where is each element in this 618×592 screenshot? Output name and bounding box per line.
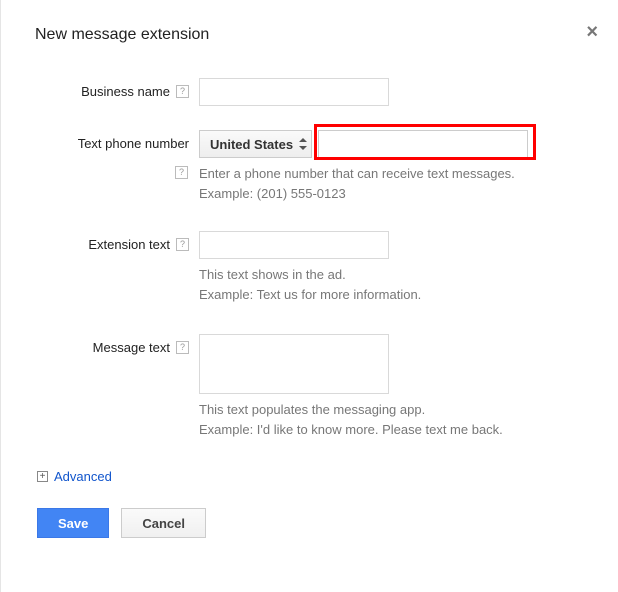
country-selected-label: United States xyxy=(210,137,293,152)
extension-text-label: Extension text xyxy=(88,237,170,252)
help-icon[interactable]: ? xyxy=(176,85,189,98)
extension-text-row: Extension text ? This text shows in the … xyxy=(37,231,590,304)
cancel-button[interactable]: Cancel xyxy=(121,508,206,538)
phone-example: Example: (201) 555-0123 xyxy=(199,184,590,204)
new-message-extension-dialog: × New message extension Business name ? … xyxy=(0,0,618,592)
advanced-label: Advanced xyxy=(54,469,112,484)
extension-text-example: Example: Text us for more information. xyxy=(199,285,590,305)
message-text-input[interactable] xyxy=(199,334,389,394)
country-select[interactable]: United States xyxy=(199,130,312,158)
message-text-row: Message text ? This text populates the m… xyxy=(37,334,590,439)
message-text-example: Example: I'd like to know more. Please t… xyxy=(199,420,590,440)
message-text-field-col: This text populates the messaging app. E… xyxy=(199,334,590,439)
phone-label: Text phone number xyxy=(78,136,189,151)
phone-field-col: United States ? Enter a phone number tha… xyxy=(199,130,590,203)
close-icon[interactable]: × xyxy=(586,22,598,42)
form: Business name ? Text phone number United… xyxy=(37,78,590,439)
chevron-sort-icon xyxy=(299,138,307,150)
extension-text-field-col: This text shows in the ad. Example: Text… xyxy=(199,231,590,304)
message-text-label-col: Message text ? xyxy=(37,334,199,355)
phone-hint: Enter a phone number that can receive te… xyxy=(199,164,590,184)
message-text-hint: This text populates the messaging app. xyxy=(199,400,590,420)
help-icon[interactable]: ? xyxy=(176,341,189,354)
business-name-label-col: Business name ? xyxy=(37,78,199,99)
phone-row: Text phone number United States xyxy=(37,130,590,203)
message-text-label: Message text xyxy=(93,340,170,355)
extension-text-label-col: Extension text ? xyxy=(37,231,199,252)
button-row: Save Cancel xyxy=(37,508,590,538)
advanced-toggle[interactable]: + Advanced xyxy=(37,469,590,484)
business-name-field-col xyxy=(199,78,590,106)
plus-icon: + xyxy=(37,471,48,482)
help-icon[interactable]: ? xyxy=(176,238,189,251)
help-icon[interactable]: ? xyxy=(175,166,188,179)
phone-label-col: Text phone number xyxy=(37,130,199,151)
phone-fields: United States xyxy=(199,130,590,158)
phone-input[interactable] xyxy=(318,130,528,158)
business-name-row: Business name ? xyxy=(37,78,590,106)
save-button[interactable]: Save xyxy=(37,508,109,538)
extension-text-input[interactable] xyxy=(199,231,389,259)
dialog-title: New message extension xyxy=(35,26,590,44)
business-name-label: Business name xyxy=(81,84,170,99)
extension-text-hint: This text shows in the ad. xyxy=(199,265,590,285)
business-name-input[interactable] xyxy=(199,78,389,106)
